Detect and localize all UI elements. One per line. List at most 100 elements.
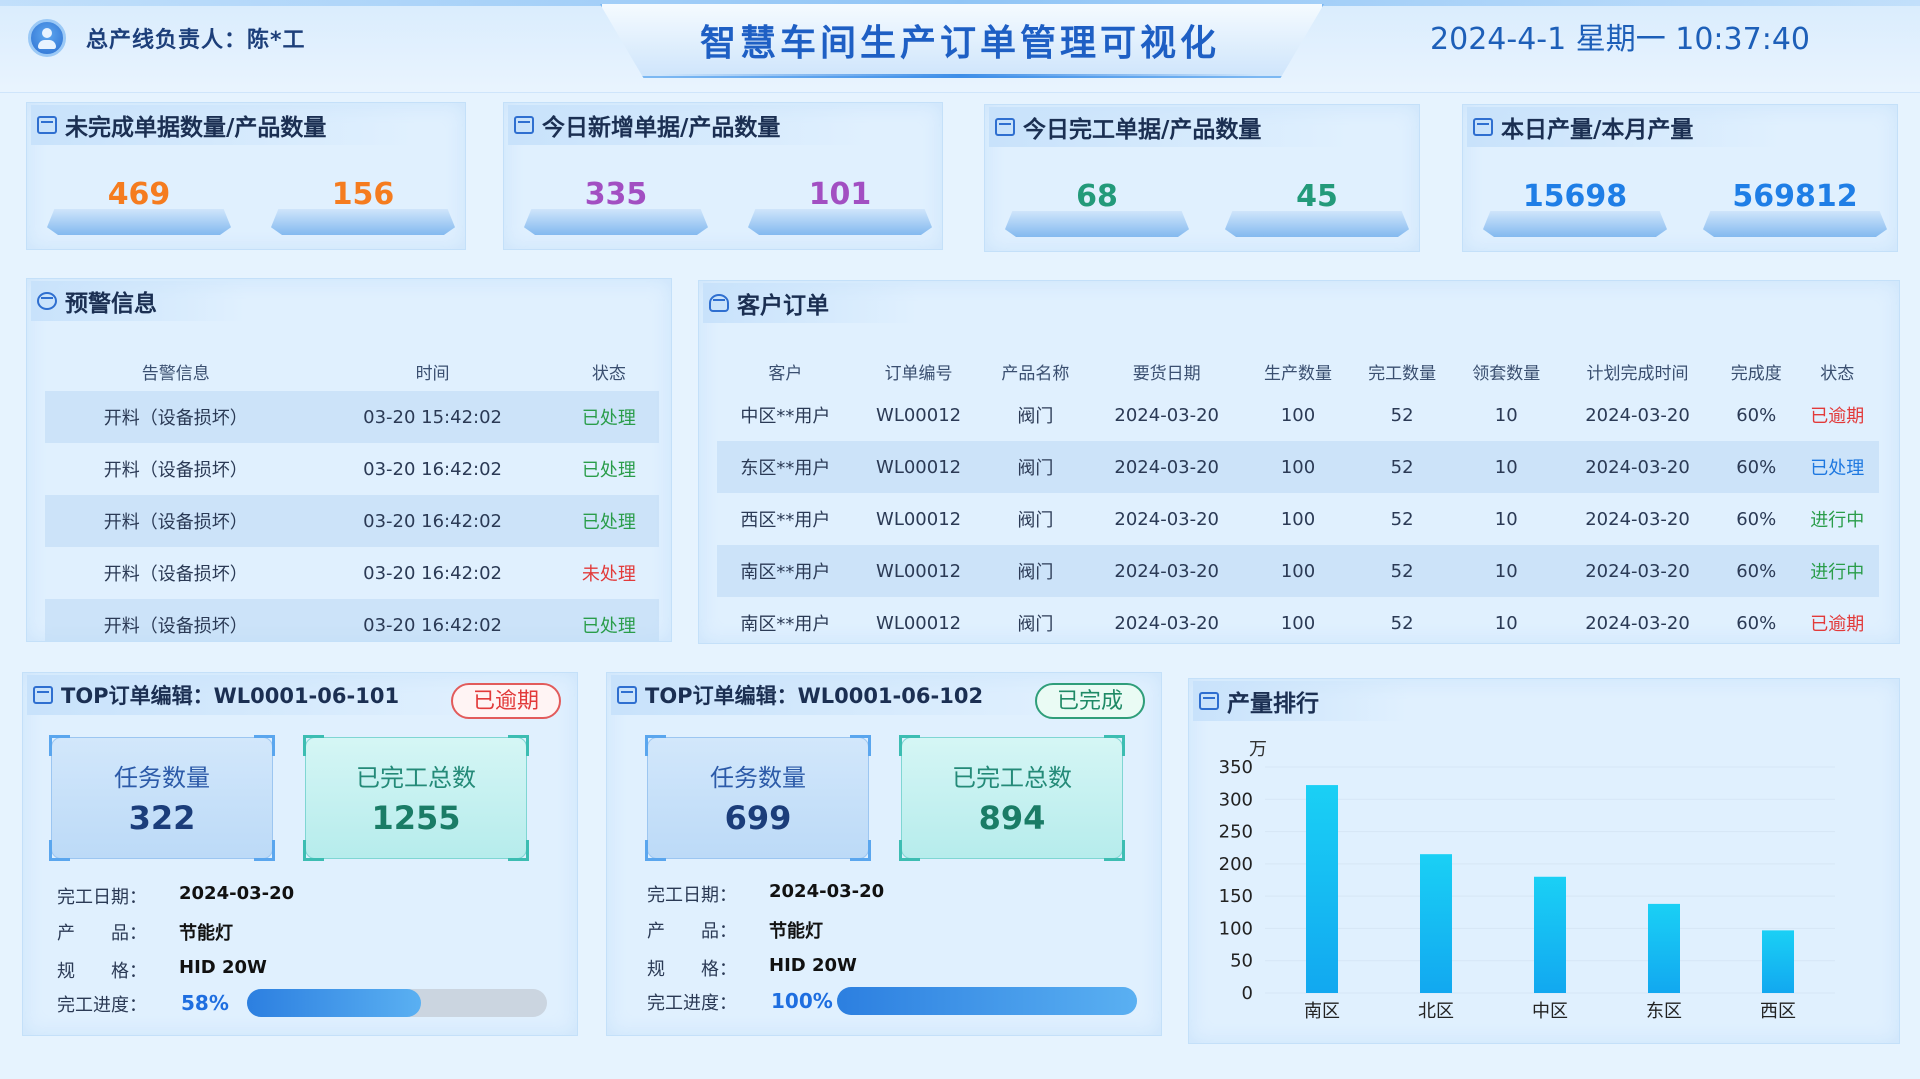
calendar-icon xyxy=(514,116,534,134)
column-header: 计划完成时间 xyxy=(1586,363,1689,384)
stat-panel-output: 本日产量/本月产量 15698 569812 xyxy=(1462,104,1898,252)
order-cell: 2024-03-20 xyxy=(1585,612,1690,634)
y-tick-label: 200 xyxy=(1219,854,1253,875)
order-cell: 2024-03-20 xyxy=(1114,404,1219,426)
order-cell: 10 xyxy=(1494,508,1518,530)
warning-info: 开料（设备损坏） xyxy=(45,495,307,547)
task-count-label: 任务数量 xyxy=(710,764,806,792)
progress-bar xyxy=(837,987,1137,1015)
order-cell: 2024-03-20 xyxy=(1087,545,1246,597)
order-panel: 客户订单 客户 订单编号 产品名称 要货日期 生产数量 完工数量 领套数量 计划完成时间 完成度… xyxy=(698,280,1900,644)
column-header: 完工数量 xyxy=(1368,363,1437,384)
y-tick-label: 100 xyxy=(1219,918,1253,939)
warning-panel: 预警信息 告警信息 时间 状态 开料（设备损坏） 03-20 15:42:02 … xyxy=(26,278,672,642)
x-tick-label: 中区 xyxy=(1532,1001,1568,1022)
bar-南区 xyxy=(1306,785,1338,993)
progress-fill xyxy=(837,987,1137,1015)
manager-block: 总产线负责人：陈*工 xyxy=(28,18,306,58)
order-cell: 52 xyxy=(1390,404,1414,426)
calendar-icon xyxy=(995,118,1015,136)
warning-table: 告警信息 时间 状态 开料（设备损坏） 03-20 15:42:02 已处理 开… xyxy=(45,351,659,641)
column-header: 领套数量 xyxy=(1472,363,1541,384)
order-cell: 2024-03-20 xyxy=(1558,441,1717,493)
table-row[interactable]: 开料（设备损坏） 03-20 16:42:02 已处理 xyxy=(45,495,659,547)
table-row[interactable]: 开料（设备损坏） 03-20 16:42:02 已处理 xyxy=(45,599,659,641)
warning-time: 03-20 16:42:02 xyxy=(306,495,559,547)
stat-panel-completed: 今日完工单据/产品数量 68 45 xyxy=(984,104,1420,252)
order-cell: 10 xyxy=(1454,545,1559,597)
task-count-card: 任务数量 322 xyxy=(49,735,275,861)
spec-line: 规 格： HID 20W xyxy=(647,955,857,980)
stat-panel-title: 本日产量/本月产量 xyxy=(1467,107,1784,147)
order-cell: 60% xyxy=(1736,508,1777,530)
stat-value: 45 xyxy=(1225,169,1409,237)
order-status-tag: 已逾期 xyxy=(451,683,561,719)
column-header: 要货日期 xyxy=(1132,363,1201,384)
order-cell: 52 xyxy=(1350,545,1455,597)
warning-info: 开料（设备损坏） xyxy=(103,460,248,481)
table-row[interactable]: 西区**用户 WL00012 阀门 2024-03-20 100 52 10 2024-03-… xyxy=(717,493,1879,545)
top-order-title: TOP订单编辑：WL0001-06-102 xyxy=(611,675,1074,715)
stat-value: 101 xyxy=(748,167,932,235)
done-count-value: 894 xyxy=(978,799,1046,837)
y-tick-label: 0 xyxy=(1242,983,1253,1004)
order-panel-title: 客户订单 xyxy=(703,283,919,323)
x-tick-label: 西区 xyxy=(1760,1001,1796,1022)
stat-panel-title: 今日完工单据/产品数量 xyxy=(989,107,1352,147)
order-cell: 10 xyxy=(1454,441,1559,493)
progress-line: 完工进度： 58% xyxy=(57,991,229,1016)
stat-panel-unfinished: 未完成单据数量/产品数量 469 156 xyxy=(26,102,466,250)
warning-time: 03-20 15:42:02 xyxy=(306,391,559,443)
order-status: 进行中 xyxy=(1810,510,1865,531)
complete-date-line: 完工日期： 2024-03-20 xyxy=(647,881,885,906)
table-row[interactable]: 开料（设备损坏） 03-20 15:42:02 已处理 xyxy=(45,391,659,443)
bar-中区 xyxy=(1534,876,1566,993)
order-cell: WL00012 xyxy=(876,612,962,634)
stat-value: 68 xyxy=(1005,169,1189,237)
order-cell: WL00012 xyxy=(853,545,984,597)
table-row[interactable]: 南区**用户 WL00012 阀门 2024-03-20 100 52 10 2024-03-… xyxy=(717,545,1879,597)
order-cell: 100 xyxy=(1245,441,1351,493)
warning-status: 已处理 xyxy=(558,599,659,641)
done-count-label: 已完工总数 xyxy=(952,764,1072,792)
list-icon xyxy=(1199,692,1219,710)
table-row[interactable]: 东区**用户 WL00012 阀门 2024-03-20 100 52 10 2024-03-… xyxy=(717,441,1879,493)
order-status: 进行中 xyxy=(1795,545,1879,597)
user-avatar-icon xyxy=(28,19,66,57)
calendar-icon xyxy=(1473,118,1493,136)
y-tick-label: 50 xyxy=(1230,951,1253,972)
stat-value: 569812 xyxy=(1703,169,1887,237)
done-count-value: 1255 xyxy=(371,799,461,837)
order-status: 已处理 xyxy=(1795,441,1879,493)
bar-北区 xyxy=(1420,854,1452,993)
order-cell: 2024-03-20 xyxy=(1558,545,1717,597)
column-header: 订单编号 xyxy=(884,363,953,384)
order-cell: 2024-03-20 xyxy=(1087,441,1246,493)
order-cell: 100 xyxy=(1280,508,1316,530)
header: 总产线负责人：陈*工 智慧车间生产订单管理可视化 2024-4-1 星期一 10… xyxy=(0,0,1920,93)
order-cell: 52 xyxy=(1390,612,1414,634)
order-cell: WL00012 xyxy=(853,441,984,493)
stat-value: 156 xyxy=(271,167,455,235)
ranking-title: 产量排行 xyxy=(1193,681,1409,721)
top-order-title: TOP订单编辑：WL0001-06-101 xyxy=(27,675,490,715)
warning-status: 已处理 xyxy=(558,495,659,547)
column-header: 产品名称 xyxy=(1001,363,1070,384)
progress-line: 完工进度： 100% xyxy=(647,989,833,1014)
table-row[interactable]: 开料（设备损坏） 03-20 16:42:02 未处理 xyxy=(45,547,659,599)
ranking-panel: 产量排行 万 0 50 100 150 200 250 300 350 南区 北区 中区 东区 西区 xyxy=(1188,678,1900,1044)
table-row[interactable]: 中区**用户 WL00012 阀门 2024-03-20 100 52 10 2024-03-… xyxy=(717,389,1879,441)
table-row[interactable]: 南区**用户 WL00012 阀门 2024-03-20 100 52 10 2024-03-… xyxy=(717,597,1879,643)
table-row[interactable]: 开料（设备损坏） 03-20 16:42:02 已处理 xyxy=(45,443,659,495)
order-cell: 2024-03-20 xyxy=(1585,404,1690,426)
column-header: 状态 xyxy=(591,363,626,384)
stat-panel-new: 今日新增单据/产品数量 335 101 xyxy=(503,102,943,250)
x-tick-label: 北区 xyxy=(1418,1001,1454,1022)
stat-value: 469 xyxy=(47,167,231,235)
warning-info: 开料（设备损坏） xyxy=(45,599,307,641)
order-status: 已逾期 xyxy=(1810,406,1865,427)
order-cell: 60% xyxy=(1716,545,1796,597)
order-status-tag: 已完成 xyxy=(1035,683,1145,719)
done-count-card: 已完工总数 1255 xyxy=(303,735,529,861)
stat-value: 335 xyxy=(524,167,708,235)
